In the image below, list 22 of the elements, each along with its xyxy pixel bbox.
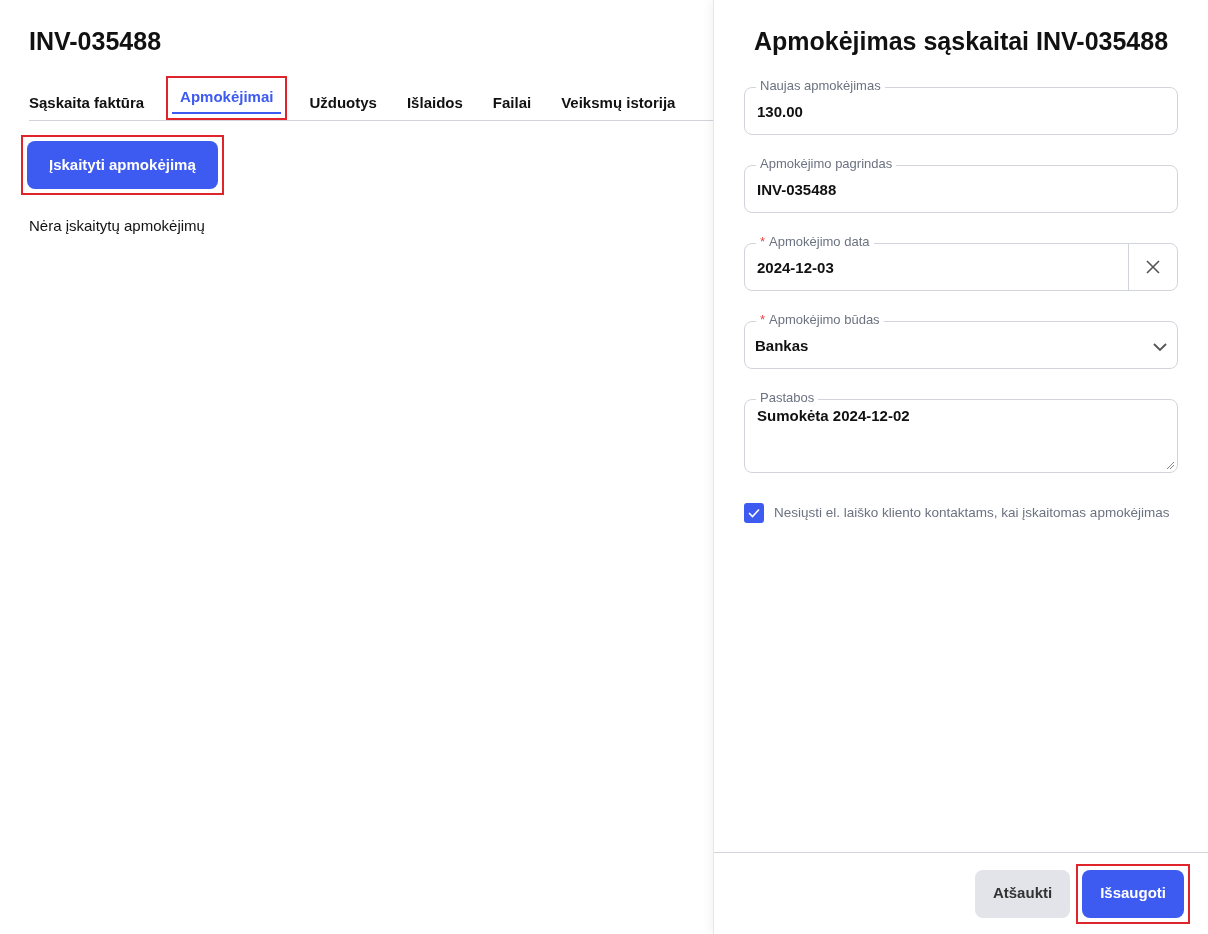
field-label: Apmokėjimo pagrindas [756,156,897,172]
tab[interactable]: Išlaidos [398,88,471,120]
checkmark-icon [748,508,760,519]
empty-message: Nėra įskaitytų apmokėjimų [29,216,206,236]
checkbox[interactable] [744,503,764,524]
tab[interactable]: Sąskaita faktūra [21,88,153,120]
checkbox-label: Nesiųsti el. laiško kliento kontaktams, kai įskaitomas apmokėjimas [774,504,1170,522]
cancel-button[interactable]: Atšaukti [974,869,1071,918]
save-button[interactable]: Išsaugoti [1082,869,1184,918]
tab[interactable]: Veiksmų istorija [553,88,684,120]
field-label: Naujas apmokėjimas [756,78,885,94]
invoice-title: INV-035488 [29,26,163,56]
add-payment-button[interactable]: Įskaityti apmokėjimą [27,141,218,189]
chevron-down-icon [1153,341,1167,352]
resize-handle-icon[interactable] [1166,461,1175,470]
field-label: * Apmokėjimo data [756,234,874,250]
close-icon[interactable] [1145,259,1161,275]
tab[interactable]: Apmokėjimai [172,82,282,114]
tab[interactable]: Užduotys [301,88,385,120]
panel-title: Apmokėjimas sąskaitai INV-035488 [752,26,1170,56]
field-label: * Apmokėjimo būdas [756,312,884,328]
tab[interactable]: Failai [484,88,540,120]
